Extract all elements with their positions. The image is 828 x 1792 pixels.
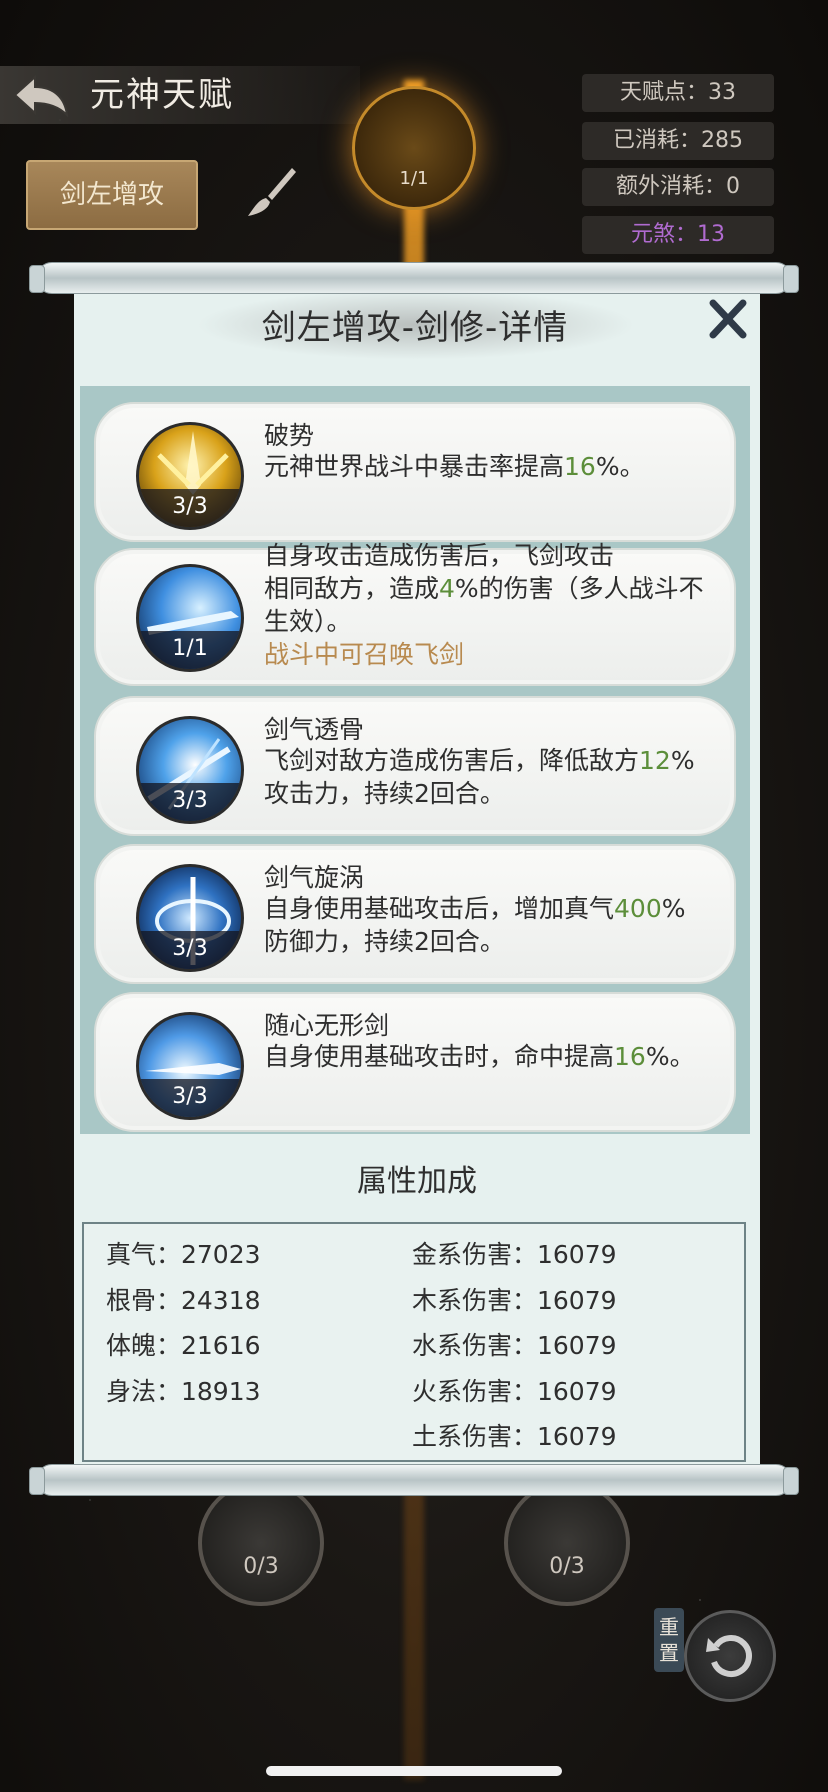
top-node-count: 1/1: [399, 168, 429, 189]
talent-count: 1/1: [139, 631, 241, 669]
talent-card[interactable]: 1/1 自身攻击造成伤害后，飞剑攻击 相同敌方，造成4%的伤害（多人战斗不生效）…: [94, 541, 736, 686]
talent-card[interactable]: 3/3 剑气旋涡 自身使用基础攻击后，增加真气400%防御力，持续2回合。: [94, 844, 736, 984]
talent-tag-button[interactable]: 剑左增攻: [26, 160, 198, 230]
talent-desc: 飞剑对敌方造成伤害后，降低敌方12%攻击力，持续2回合。: [264, 746, 695, 808]
consumed-stat: 已消耗：285: [582, 122, 774, 160]
talent-count: 3/3: [139, 783, 241, 821]
talent-count: 3/3: [139, 1079, 241, 1117]
talent-desc: 自身使用基础攻击后，增加真气400%防御力，持续2回合。: [264, 894, 686, 956]
attr-wood-damage: 木系伤害：16079: [412, 1285, 617, 1315]
talent-card[interactable]: 3/3 随心无形剑 自身使用基础攻击时，命中提高16%。: [94, 992, 736, 1132]
back-button[interactable]: [10, 72, 72, 118]
dialog-title: 剑左增攻-剑修-详情: [261, 308, 569, 348]
talent-name: 破势: [264, 421, 315, 450]
bottom-left-node-count: 0/3: [243, 1554, 279, 1579]
attr-earth-damage: 土系伤害：16079: [412, 1422, 617, 1451]
bottom-right-talent-node[interactable]: [504, 1480, 630, 1606]
attr-shenfa: 身法：18913: [106, 1376, 261, 1406]
attribute-column-base: 真气：27023 根骨：24318 体魄：21616 身法：18913: [106, 1232, 261, 1414]
brush-icon[interactable]: [240, 162, 300, 222]
flying-sword-icon: 1/1: [136, 564, 244, 672]
attr-metal-damage: 金系伤害：16079: [412, 1240, 617, 1269]
yuansha-stat: 元煞：13: [582, 216, 774, 254]
talent-card[interactable]: 3/3 破势 元神世界战斗中暴击率提高16%。: [94, 402, 736, 542]
talent-count: 3/3: [139, 489, 241, 527]
talent-name: 随心无形剑: [264, 1011, 390, 1040]
extra-consumed-stat: 额外消耗：0: [582, 168, 774, 206]
back-arrow-icon: [13, 74, 69, 117]
attr-zhenqi: 真气：27023: [106, 1240, 261, 1269]
talent-count: 3/3: [139, 931, 241, 969]
reset-button[interactable]: [684, 1610, 776, 1702]
talent-desc: 自身使用基础攻击时，命中提高16%。: [264, 1042, 695, 1071]
golden-sword-burst-icon: 3/3: [136, 422, 244, 530]
sword-qi-pierce-icon: 3/3: [136, 716, 244, 824]
page-title: 元神天赋: [90, 75, 234, 115]
reset-label: 重置: [654, 1608, 684, 1672]
formless-sword-icon: 3/3: [136, 1012, 244, 1120]
talent-points-stat: 天赋点：33: [582, 74, 774, 112]
talent-desc: 元神世界战斗中暴击率提高16%。: [264, 452, 645, 481]
talent-extra: 战斗中可召唤飞剑: [264, 640, 465, 669]
attribute-column-elemental: 金系伤害：16079 木系伤害：16079 水系伤害：16079 火系伤害：16…: [412, 1232, 617, 1460]
talent-desc-clipped: 自身攻击造成伤害后，飞剑攻击: [264, 541, 615, 570]
top-talent-node[interactable]: [352, 86, 476, 210]
sword-vortex-icon: 3/3: [136, 864, 244, 972]
attr-tipo: 体魄：21616: [106, 1331, 261, 1360]
talent-name: 剑气旋涡: [264, 863, 365, 892]
scroll-rod-bottom: [29, 1464, 799, 1496]
bottom-right-node-count: 0/3: [549, 1554, 585, 1579]
attr-water-damage: 水系伤害：16079: [412, 1331, 617, 1360]
talent-card[interactable]: 3/3 剑气透骨 飞剑对敌方造成伤害后，降低敌方12%攻击力，持续2回合。: [94, 696, 736, 836]
bottom-left-talent-node[interactable]: [198, 1480, 324, 1606]
home-indicator[interactable]: [266, 1766, 562, 1776]
close-icon: [709, 299, 747, 339]
attr-fire-damage: 火系伤害：16079: [412, 1376, 617, 1406]
talent-list[interactable]: 3/3 破势 元神世界战斗中暴击率提高16%。 1/1 自身攻击造成伤害后，飞剑…: [80, 386, 750, 1134]
attribute-bonus-title: 属性加成: [357, 1164, 477, 1199]
close-button[interactable]: [704, 296, 750, 342]
attribute-bonus-box: 真气：27023 根骨：24318 体魄：21616 身法：18913 金系伤害…: [82, 1222, 746, 1462]
talent-name: 剑气透骨: [264, 715, 365, 744]
talent-desc: 相同敌方，造成4%的伤害（多人战斗不生效）。 战斗中可召唤飞剑: [264, 574, 704, 669]
attr-gengu: 根骨：24318: [106, 1285, 261, 1315]
reset-icon: [706, 1635, 752, 1677]
